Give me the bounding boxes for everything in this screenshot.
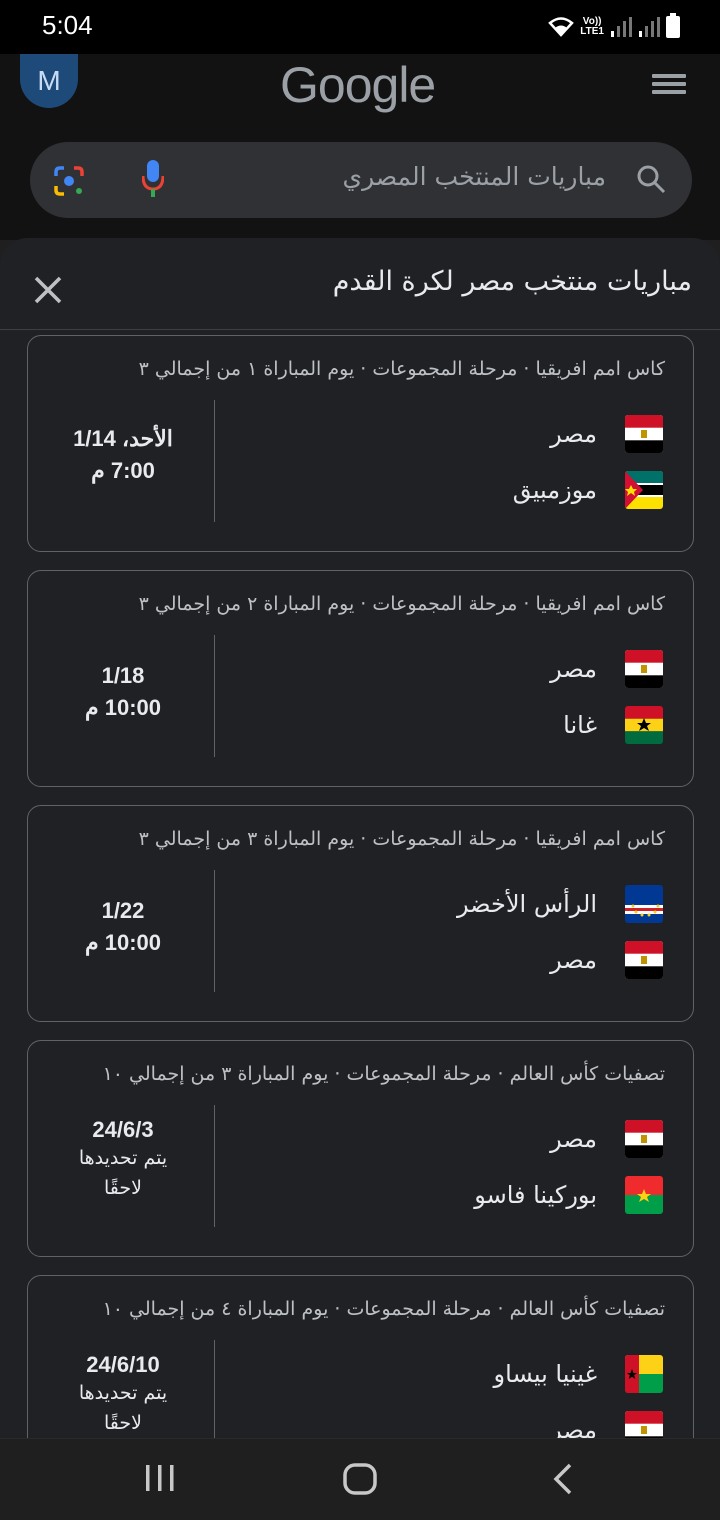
signal-icon (611, 17, 632, 37)
search-query[interactable]: مباريات المنتخب المصري (343, 162, 606, 191)
battery-icon (666, 13, 680, 38)
match-datetime: 24/6/3 يتم تحديدها لاحقًا (48, 1117, 198, 1203)
match-date: 24/6/3 (92, 1117, 154, 1142)
match-card[interactable]: كاس امم افريقيا · مرحلة المجموعات · يوم … (27, 805, 694, 1022)
menu-icon[interactable] (652, 74, 686, 94)
burkina-faso-flag-icon (625, 1176, 663, 1214)
team-row: مصر (550, 940, 663, 980)
match-datetime: 24/6/10 يتم تحديدها لاحقًا (48, 1352, 198, 1438)
match-time-tbd-2: لاحقًا (104, 1177, 142, 1199)
network-type-label: Vo)) LTE1 (580, 17, 604, 37)
team-name: غانا (563, 711, 597, 739)
divider (214, 1105, 215, 1227)
match-datetime: 1/22 10:00 م (48, 898, 198, 956)
google-header: M Google مباريات المنتخب المصري (0, 54, 720, 240)
team-row: مصر (550, 649, 663, 689)
mozambique-flag-icon (625, 471, 663, 509)
back-icon[interactable] (552, 1463, 574, 1495)
google-lens-icon[interactable] (52, 164, 86, 198)
search-bar[interactable]: مباريات المنتخب المصري (30, 142, 692, 218)
match-date: 1/22 (101, 898, 145, 923)
team-name: مصر (550, 946, 597, 974)
match-datetime: 1/18 10:00 م (48, 663, 198, 721)
team-row: مصر (550, 414, 663, 454)
system-navigation-bar (0, 1438, 720, 1520)
status-bar: 5:04 Vo)) LTE1 (0, 0, 720, 54)
match-card[interactable]: تصفيات كأس العالم · مرحلة المجموعات · يو… (27, 1040, 694, 1257)
team-name: موزمبيق (512, 476, 597, 504)
egypt-flag-icon (625, 415, 663, 453)
sheet-header: مباريات منتخب مصر لكرة القدم (0, 238, 720, 330)
match-time: 7:00 م (91, 458, 155, 483)
search-icon[interactable] (636, 164, 666, 194)
team-name: الرأس الأخضر (456, 890, 597, 918)
team-row: مصر (550, 1410, 663, 1438)
match-meta: كاس امم افريقيا · مرحلة المجموعات · يوم … (138, 828, 665, 850)
team-row: غانا (563, 705, 663, 745)
match-date: 1/18 (101, 663, 145, 688)
match-time: 10:00 م (84, 695, 161, 720)
match-card[interactable]: كاس امم افريقيا · مرحلة المجموعات · يوم … (27, 335, 694, 552)
lte-label: LTE1 (580, 26, 604, 37)
ghana-flag-icon (625, 706, 663, 744)
google-logo[interactable]: Google (280, 56, 436, 114)
team-row: موزمبيق (513, 470, 663, 510)
egypt-flag-icon (625, 941, 663, 979)
divider (214, 635, 215, 757)
egypt-flag-icon (625, 650, 663, 688)
wifi-icon (548, 17, 575, 37)
match-date: الأحد، 1/14 (73, 426, 173, 451)
match-time-tbd-2: لاحقًا (104, 1412, 142, 1434)
match-meta: كاس امم افريقيا · مرحلة المجموعات · يوم … (138, 593, 665, 615)
match-meta: كاس امم افريقيا · مرحلة المجموعات · يوم … (138, 358, 665, 380)
signal-icon-2 (639, 17, 660, 37)
egypt-flag-icon (625, 1120, 663, 1158)
divider (214, 1340, 215, 1438)
team-name: مصر (550, 1125, 597, 1153)
match-date: 24/6/10 (86, 1352, 160, 1377)
cape-verde-flag-icon (625, 885, 663, 923)
recent-apps-icon[interactable] (144, 1463, 176, 1493)
match-card[interactable]: تصفيات كأس العالم · مرحلة المجموعات · يو… (27, 1275, 694, 1438)
team-row: بوركينا فاسو (474, 1175, 663, 1215)
team-row: غينيا بيساو (494, 1354, 663, 1394)
status-icons: Vo)) LTE1 (548, 13, 680, 40)
match-time-tbd: يتم تحديدها (78, 1147, 168, 1169)
team-row: الرأس الأخضر (457, 884, 663, 924)
matches-sheet: مباريات منتخب مصر لكرة القدم كاس امم افر… (0, 238, 720, 1438)
team-name: مصر (550, 1416, 597, 1438)
sheet-title: مباريات منتخب مصر لكرة القدم (332, 266, 692, 297)
team-name: بوركينا فاسو (474, 1181, 597, 1209)
team-name: غينيا بيساو (493, 1360, 597, 1388)
close-icon[interactable] (30, 272, 66, 308)
team-name: مصر (550, 420, 597, 448)
match-datetime: الأحد، 1/14 7:00 م (48, 426, 198, 484)
home-icon[interactable] (343, 1463, 377, 1495)
match-card[interactable]: كاس امم افريقيا · مرحلة المجموعات · يوم … (27, 570, 694, 787)
status-time: 5:04 (42, 10, 93, 40)
match-meta: تصفيات كأس العالم · مرحلة المجموعات · يو… (102, 1298, 665, 1320)
match-time: 10:00 م (84, 930, 161, 955)
divider (214, 400, 215, 522)
avatar[interactable]: M (20, 54, 78, 108)
team-row: مصر (550, 1119, 663, 1159)
divider (214, 870, 215, 992)
egypt-flag-icon (625, 1411, 663, 1438)
microphone-icon[interactable] (142, 160, 164, 198)
guinea-bissau-flag-icon (625, 1355, 663, 1393)
match-meta: تصفيات كأس العالم · مرحلة المجموعات · يو… (102, 1063, 665, 1085)
team-name: مصر (550, 655, 597, 683)
match-time-tbd: يتم تحديدها (78, 1382, 168, 1404)
